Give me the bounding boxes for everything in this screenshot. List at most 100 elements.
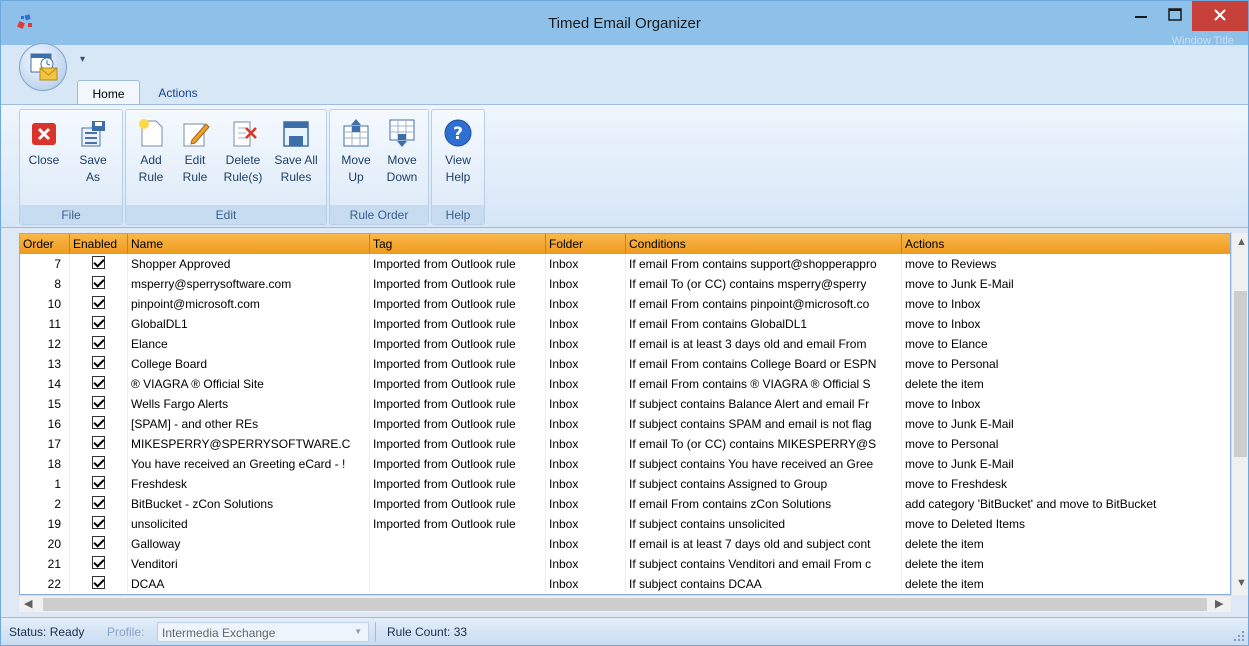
enabled-checkbox[interactable] [92, 256, 105, 269]
move-down-button[interactable]: Move Down [380, 114, 424, 204]
table-row[interactable]: 16 [SPAM] - and other REs Imported from Ou… [20, 414, 1230, 434]
add-rule-label: Add Rule [138, 153, 164, 184]
resize-grip-icon[interactable] [1232, 629, 1246, 643]
table-row[interactable]: 19 unsolicited Imported from Outlook rule I… [20, 514, 1230, 534]
horizontal-scrollbar[interactable]: ◀ ▶ [19, 595, 1231, 612]
table-row[interactable]: 22 DCAA Inbox If subject contains DCAA delet… [20, 574, 1230, 594]
ribbon-group-file: Close Save As File [19, 109, 123, 225]
close-window-button[interactable] [1192, 1, 1248, 31]
table-row[interactable]: 14 ® VIAGRA ® Official Site Imported from … [20, 374, 1230, 394]
table-row[interactable]: 12 Elance Imported from Outlook rule Inbox I… [20, 334, 1230, 354]
cell-actions: delete the item [902, 554, 1230, 574]
cell-name: MIKESPERRY@SPERRYSOFTWARE.C [128, 434, 370, 454]
cell-enabled [70, 294, 128, 314]
save-all-rules-button[interactable]: Save All Rules [270, 114, 322, 204]
column-header-actions[interactable]: Actions [902, 234, 1230, 254]
cell-conditions: If email To (or CC) contains MIKESPERRY@… [626, 434, 902, 454]
vertical-scroll-thumb[interactable] [1234, 291, 1247, 457]
scroll-up-icon[interactable]: ▲ [1236, 236, 1247, 248]
table-row[interactable]: 18 You have received an Greeting eCard - … [20, 454, 1230, 474]
cell-enabled [70, 274, 128, 294]
column-header-folder[interactable]: Folder [546, 234, 626, 254]
column-header-order[interactable]: Order [20, 234, 70, 254]
edit-rule-button[interactable]: Edit Rule [174, 114, 216, 204]
cell-name: Galloway [128, 534, 370, 554]
enabled-checkbox[interactable] [92, 356, 105, 369]
table-row[interactable]: 20 Galloway Inbox If email is at least 7 da… [20, 534, 1230, 554]
delete-rules-button[interactable]: Delete Rule(s) [218, 114, 268, 204]
ribbon-group-help: ? View Help Help [431, 109, 485, 225]
qat-dropdown-icon[interactable]: ▾ [80, 54, 85, 65]
cell-name: ® VIAGRA ® Official Site [128, 374, 370, 394]
scroll-left-icon[interactable]: ◀ [24, 597, 32, 610]
cell-enabled [70, 414, 128, 434]
move-down-icon [389, 119, 415, 147]
horizontal-scroll-thumb[interactable] [43, 598, 1207, 611]
enabled-checkbox[interactable] [92, 496, 105, 509]
save-as-button[interactable]: Save As [68, 114, 118, 204]
add-rule-button[interactable]: Add Rule [130, 114, 172, 204]
rules-grid[interactable]: Order Enabled Name Tag Folder Conditions… [19, 233, 1231, 595]
enabled-checkbox[interactable] [92, 476, 105, 489]
cell-tag: Imported from Outlook rule [370, 414, 546, 434]
view-help-button[interactable]: ? View Help [436, 114, 480, 204]
cell-order: 8 [20, 274, 70, 294]
cell-order: 16 [20, 414, 70, 434]
profile-select[interactable]: Intermedia Exchange ▼ [157, 622, 369, 642]
table-row[interactable]: 21 Venditori Inbox If subject contains Vend… [20, 554, 1230, 574]
cell-name: [SPAM] - and other REs [128, 414, 370, 434]
cell-folder: Inbox [546, 494, 626, 514]
table-row[interactable]: 11 GlobalDL1 Imported from Outlook rule Inb… [20, 314, 1230, 334]
cell-enabled [70, 394, 128, 414]
vertical-scrollbar[interactable]: ▲ ▼ [1231, 233, 1248, 595]
cell-conditions: If subject contains Venditori and email … [626, 554, 902, 574]
column-header-conditions[interactable]: Conditions [626, 234, 902, 254]
enabled-checkbox[interactable] [92, 336, 105, 349]
enabled-checkbox[interactable] [92, 376, 105, 389]
add-document-icon [139, 119, 163, 147]
column-header-tag[interactable]: Tag [370, 234, 546, 254]
status-divider [375, 622, 376, 642]
enabled-checkbox[interactable] [92, 436, 105, 449]
save-all-icon [283, 121, 309, 147]
enabled-checkbox[interactable] [92, 396, 105, 409]
column-header-name[interactable]: Name [128, 234, 370, 254]
table-row[interactable]: 1 Freshdesk Imported from Outlook rule Inbo… [20, 474, 1230, 494]
enabled-checkbox[interactable] [92, 536, 105, 549]
cell-tag: Imported from Outlook rule [370, 294, 546, 314]
tab-actions[interactable]: Actions [146, 80, 210, 105]
close-button[interactable]: Close [22, 114, 66, 204]
enabled-checkbox[interactable] [92, 296, 105, 309]
scroll-down-icon[interactable]: ▼ [1236, 577, 1247, 589]
cell-order: 1 [20, 474, 70, 494]
enabled-checkbox[interactable] [92, 516, 105, 529]
table-row[interactable]: 8 msperry@sperrysoftware.com Imported from… [20, 274, 1230, 294]
cell-order: 18 [20, 454, 70, 474]
enabled-checkbox[interactable] [92, 316, 105, 329]
minimize-button[interactable] [1124, 1, 1158, 31]
cell-actions: move to Freshdesk [902, 474, 1230, 494]
move-up-button[interactable]: Move Up [334, 114, 378, 204]
enabled-checkbox[interactable] [92, 456, 105, 469]
title-bar[interactable]: Timed Email Organizer Window Title [1, 1, 1248, 47]
cell-order: 2 [20, 494, 70, 514]
enabled-checkbox[interactable] [92, 556, 105, 569]
enabled-checkbox[interactable] [92, 576, 105, 589]
enabled-checkbox[interactable] [92, 416, 105, 429]
ribbon-group-rule-order: Move Up Move Down Rule Order [329, 109, 429, 225]
table-row[interactable]: 17 MIKESPERRY@SPERRYSOFTWARE.C Imported fr… [20, 434, 1230, 454]
cell-enabled [70, 334, 128, 354]
scroll-right-icon[interactable]: ▶ [1215, 597, 1223, 610]
tab-home[interactable]: Home [77, 80, 140, 105]
enabled-checkbox[interactable] [92, 276, 105, 289]
table-row[interactable]: 7 Shopper Approved Imported from Outlook r… [20, 254, 1230, 274]
table-row[interactable]: 10 pinpoint@microsoft.com Imported from Ou… [20, 294, 1230, 314]
maximize-button[interactable] [1158, 1, 1192, 31]
column-header-enabled[interactable]: Enabled [70, 234, 128, 254]
group-label-help: Help [432, 205, 484, 224]
table-row[interactable]: 15 Wells Fargo Alerts Imported from Outloo… [20, 394, 1230, 414]
application-menu-button[interactable] [19, 43, 67, 91]
table-row[interactable]: 2 BitBucket - zCon Solutions Imported from… [20, 494, 1230, 514]
cell-order: 15 [20, 394, 70, 414]
table-row[interactable]: 13 College Board Imported from Outlook rul… [20, 354, 1230, 374]
